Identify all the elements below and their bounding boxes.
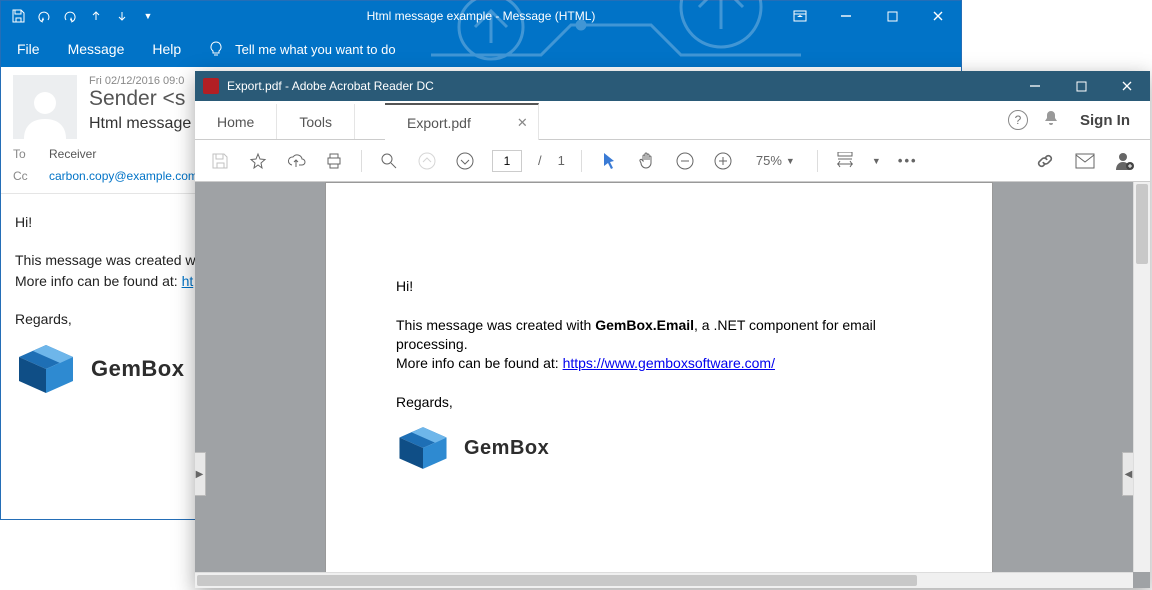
acrobat-toolbar: / 1 75% ▼ ▼ •••: [195, 140, 1150, 182]
redo-icon[interactable]: [57, 2, 83, 30]
lightbulb-icon: [209, 41, 223, 57]
tab-document[interactable]: Export.pdf ✕: [385, 103, 539, 140]
acrobat-maximize-icon[interactable]: [1058, 71, 1104, 101]
print-icon[interactable]: [323, 150, 345, 172]
horizontal-scrollbar[interactable]: [195, 572, 1133, 588]
vertical-scrollbar[interactable]: [1133, 182, 1150, 572]
outlook-close-icon[interactable]: [915, 1, 961, 31]
acrobat-titlebar: Export.pdf - Adobe Acrobat Reader DC: [195, 71, 1150, 101]
add-person-icon[interactable]: [1114, 150, 1136, 172]
outlook-titlebar: ▼ Html message example - Message (HTML): [1, 1, 961, 31]
pdf-p1-a: This message was created with: [396, 317, 595, 333]
gembox-cube-icon: [396, 425, 450, 471]
tab-home[interactable]: Home: [195, 104, 277, 139]
tab-document-title: Export.pdf: [407, 115, 471, 131]
page-down-icon[interactable]: [454, 150, 476, 172]
pdf-gembox-logo: GemBox: [396, 425, 922, 471]
gembox-cube-icon: [15, 343, 77, 395]
undo-icon[interactable]: [31, 2, 57, 30]
outlook-menubar: File Message Help Tell me what you want …: [1, 31, 961, 67]
pdf-greeting: Hi!: [396, 277, 922, 296]
quick-access-toolbar: ▼: [1, 2, 161, 30]
pdf-gembox-brand-text: GemBox: [464, 435, 549, 462]
page-current-input[interactable]: [492, 150, 522, 172]
star-icon[interactable]: [247, 150, 269, 172]
menu-help[interactable]: Help: [152, 41, 181, 57]
cc-label: Cc: [13, 169, 37, 183]
pdf-regards: Regards,: [396, 393, 922, 412]
tab-close-icon[interactable]: ✕: [517, 115, 528, 131]
acrobat-window-title: Export.pdf - Adobe Acrobat Reader DC: [227, 79, 434, 93]
hand-tool-icon[interactable]: [636, 150, 658, 172]
acrobat-minimize-icon[interactable]: [1012, 71, 1058, 101]
left-panel-toggle[interactable]: ▶: [195, 452, 206, 496]
body-link[interactable]: ht: [182, 273, 194, 289]
pdf-p2-a: More info can be found at:: [396, 355, 563, 371]
notifications-icon[interactable]: [1042, 109, 1060, 132]
acrobat-window: Export.pdf - Adobe Acrobat Reader DC Hom…: [195, 71, 1150, 588]
fit-width-icon[interactable]: [834, 150, 856, 172]
pdf-page: Hi! This message was created with GemBox…: [325, 182, 993, 588]
pdf-link[interactable]: https://www.gemboxsoftware.com/: [563, 355, 775, 371]
zoom-value: 75%: [756, 153, 782, 168]
zoom-level-dropdown[interactable]: 75% ▼: [750, 153, 801, 168]
share-link-icon[interactable]: [1034, 150, 1056, 172]
gembox-brand-text: GemBox: [91, 353, 184, 385]
save-icon[interactable]: [209, 150, 231, 172]
selection-tool-icon[interactable]: [598, 150, 620, 172]
outlook-window-title: Html message example - Message (HTML): [367, 9, 596, 23]
tell-me-label: Tell me what you want to do: [235, 42, 395, 57]
cc-value[interactable]: carbon.copy@example.com: [49, 169, 198, 183]
menu-message[interactable]: Message: [68, 41, 125, 57]
email-icon[interactable]: [1074, 150, 1096, 172]
acrobat-viewport: Hi! This message was created with GemBox…: [195, 182, 1150, 588]
acrobat-app-icon: [203, 78, 219, 94]
sender-avatar: [13, 75, 77, 139]
pdf-content: Hi! This message was created with GemBox…: [326, 183, 992, 471]
to-label: To: [13, 147, 37, 161]
zoom-in-icon[interactable]: [712, 150, 734, 172]
to-value: Receiver: [49, 147, 96, 161]
cloud-upload-icon[interactable]: [285, 150, 307, 172]
chevron-down-icon: ▼: [786, 156, 795, 166]
page-separator: /: [538, 153, 542, 168]
tell-me-search[interactable]: Tell me what you want to do: [209, 41, 395, 57]
save-icon[interactable]: [5, 2, 31, 30]
page-up-icon[interactable]: [416, 150, 438, 172]
acrobat-tabbar: Home Tools Export.pdf ✕ ? Sign In: [195, 101, 1150, 140]
help-icon[interactable]: ?: [1008, 110, 1028, 130]
zoom-out-icon[interactable]: [674, 150, 696, 172]
qat-customize-icon[interactable]: ▼: [135, 2, 161, 30]
find-icon[interactable]: [378, 150, 400, 172]
pdf-p1-b: GemBox.Email: [595, 317, 694, 333]
body-line2-prefix: More info can be found at:: [15, 273, 182, 289]
fit-dropdown-icon[interactable]: ▼: [872, 156, 881, 166]
page-total: 1: [558, 153, 565, 168]
outlook-maximize-icon[interactable]: [869, 1, 915, 31]
menu-file[interactable]: File: [17, 41, 40, 57]
outlook-ribbon-toggle-icon[interactable]: [777, 1, 823, 31]
more-tools-icon[interactable]: •••: [897, 150, 919, 172]
acrobat-close-icon[interactable]: [1104, 71, 1150, 101]
qat-next-icon[interactable]: [109, 2, 135, 30]
tab-tools[interactable]: Tools: [277, 104, 355, 139]
qat-previous-icon[interactable]: [83, 2, 109, 30]
signin-button[interactable]: Sign In: [1074, 112, 1136, 129]
outlook-minimize-icon[interactable]: [823, 1, 869, 31]
